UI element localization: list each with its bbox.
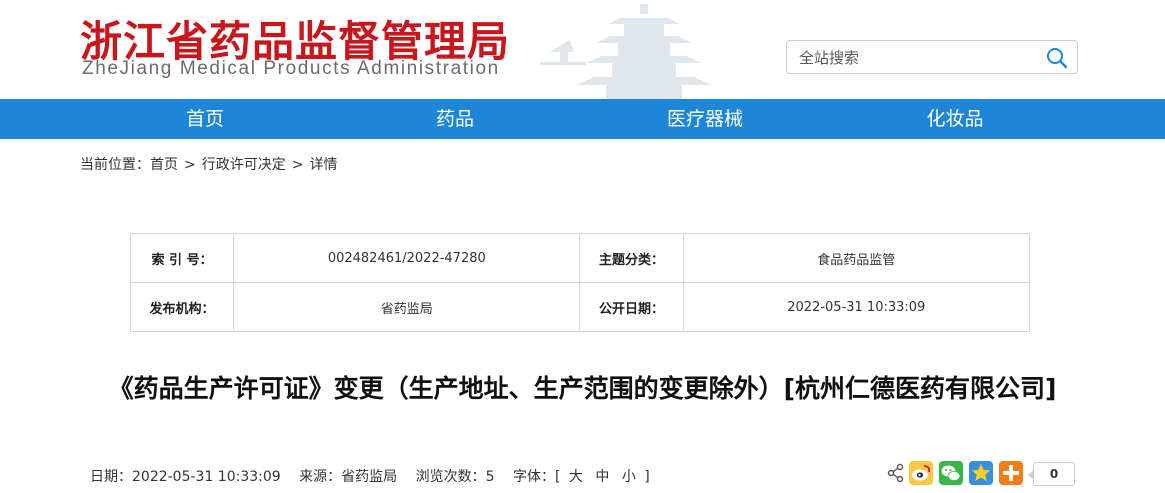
font-size-large-button[interactable]: 大 — [569, 469, 583, 485]
topic-label: 主题分类： — [579, 233, 684, 283]
table-row: 索 引 号： 002482461/2022-47280 主题分类： 食品药品监管 — [129, 233, 1031, 283]
breadcrumb-current: 详情 — [309, 157, 338, 173]
nav-item-home[interactable]: 首页 — [150, 99, 260, 139]
article-date: 日期：2022-05-31 10:33:09 — [90, 469, 281, 485]
more-icon[interactable] — [999, 461, 1023, 485]
weibo-icon[interactable] — [909, 461, 933, 485]
main-nav: 首页 药品 医疗器械 化妆品 — [0, 99, 1165, 139]
article-info-bar: 日期：2022-05-31 10:33:09 来源：省药监局 浏览次数：5 字体… — [90, 466, 650, 486]
article-source: 来源：省药监局 — [299, 469, 398, 485]
search-icon[interactable] — [1045, 46, 1069, 70]
document-meta-table: 索 引 号： 002482461/2022-47280 主题分类： 食品药品监管… — [129, 233, 1031, 332]
search-box — [786, 40, 1078, 74]
breadcrumb-separator: > — [184, 157, 196, 173]
breadcrumb-link-decisions[interactable]: 行政许可决定 — [202, 157, 286, 173]
publisher-label: 发布机构： — [129, 282, 235, 332]
nav-item-drugs[interactable]: 药品 — [400, 99, 510, 139]
publisher-value: 省药监局 — [233, 282, 581, 332]
font-size-label: 字体：[ — [512, 469, 561, 485]
table-row: 发布机构： 省药监局 公开日期： 2022-05-31 10:33:09 — [129, 282, 1031, 332]
publish-date-label: 公开日期： — [579, 282, 684, 332]
wechat-icon[interactable] — [939, 461, 963, 485]
view-count: 浏览次数：5 — [415, 469, 495, 485]
qzone-icon[interactable] — [969, 461, 993, 485]
nav-item-medical-devices[interactable]: 医疗器械 — [645, 99, 765, 139]
pagoda-watermark-icon — [540, 4, 712, 99]
topic-value: 食品药品监管 — [682, 233, 1031, 283]
article-title: 《药品生产许可证》变更（生产地址、生产范围的变更除外）[杭州仁德医药有限公司] — [108, 374, 1057, 403]
search-input[interactable] — [797, 47, 1041, 69]
breadcrumb-link-home[interactable]: 首页 — [150, 157, 178, 173]
breadcrumb-separator: > — [291, 157, 304, 173]
index-number-value: 002482461/2022-47280 — [233, 233, 581, 283]
breadcrumb-prefix: 当前位置： — [80, 157, 150, 173]
site-logo-subtitle: ZheJiang Medical Products Administration — [82, 58, 500, 79]
share-icon[interactable] — [887, 461, 905, 485]
publish-date-value: 2022-05-31 10:33:09 — [682, 282, 1031, 332]
breadcrumb: 当前位置：首页 > 行政许可决定 > 详情 — [80, 154, 337, 174]
share-count-badge: 0 — [1028, 462, 1075, 486]
font-size-bracket: ] — [644, 469, 650, 485]
index-number-label: 索 引 号： — [129, 233, 235, 283]
nav-item-cosmetics[interactable]: 化妆品 — [900, 99, 1010, 139]
font-size-medium-button[interactable]: 中 — [595, 469, 609, 485]
site-header: 浙江省药品监督管理局 ZheJiang Medical Products Adm… — [0, 0, 1165, 99]
font-size-small-button[interactable]: 小 — [622, 469, 636, 485]
